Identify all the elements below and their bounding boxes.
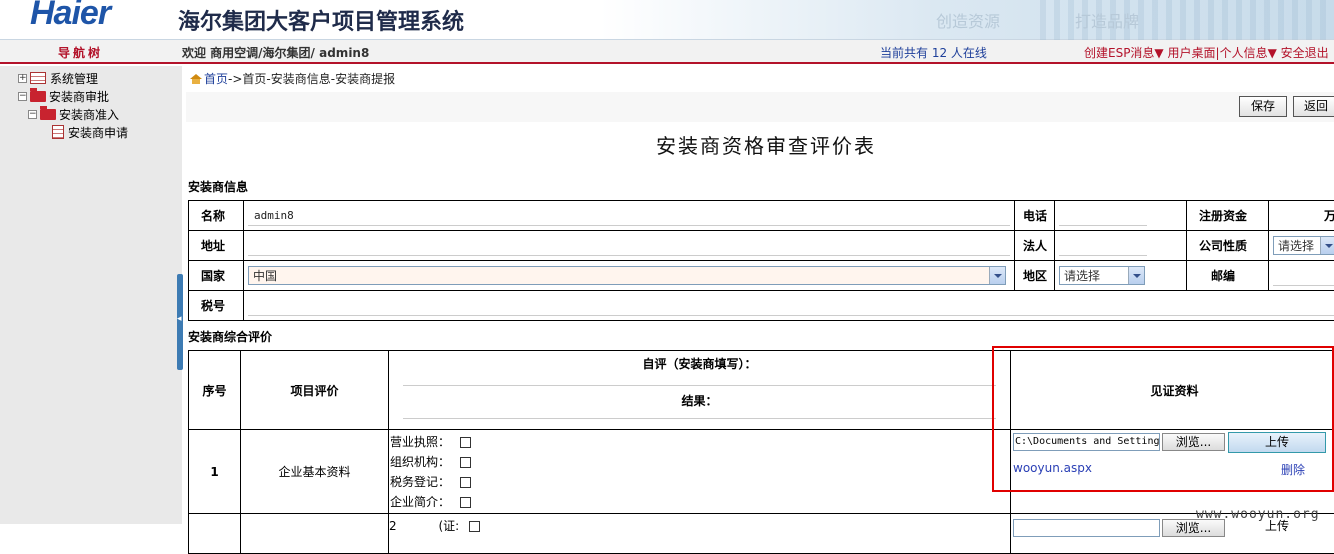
label-legal-person: 法人 [1015,231,1055,261]
label-address: 地址 [189,231,244,261]
header-slogan-1: 创造资源 [936,8,1000,32]
window-icon [30,72,46,84]
phone-input[interactable] [1059,206,1147,226]
welcome-text: 欢迎 商用空调/海尔集团/ admin8 [182,44,369,61]
breadcrumb-path: 首页-安装商信息-安装商提报 [242,70,395,87]
section-installer-info: 安装商信息 [188,178,248,195]
label-name: 名称 [189,201,244,231]
organization-code-checkbox[interactable] [460,457,471,468]
row-item-name: 企业基本资料 [241,430,389,514]
zip-input[interactable] [1273,266,1334,286]
online-count: 当前共有 12 人在线 [880,44,987,61]
address-input[interactable] [248,236,1010,256]
app-header: Haier 海尔集团大客户项目管理系统 创造资源 打造品牌 [0,0,1334,40]
tax-number-input[interactable] [248,296,1334,316]
dropdown-arrow-icon [989,267,1005,284]
dropdown-arrow-icon [1320,237,1334,254]
region-select[interactable]: 请选择 [1059,266,1145,285]
expand-plus-icon[interactable]: + [18,74,27,83]
haier-logo: Haier [30,0,110,33]
company-profile-checkbox[interactable] [460,497,471,508]
folder-open-icon [30,91,46,102]
nav-tree: + 系统管理 − 安装商审批 − 安装商准入 安装商申请 [0,66,182,524]
watermark: www.wooyun.org [1196,507,1320,522]
check-company-profile: 企业简介： [389,492,1010,512]
collapse-minus-icon[interactable]: − [28,110,37,119]
col-header-self-eval: 自评（安装商填写）： [389,355,1010,379]
logout-link[interactable]: 安全退出 [1281,46,1329,60]
document-icon [52,125,64,139]
col-header-item: 项目评价 [241,351,389,430]
save-button[interactable]: 保存 [1239,96,1287,117]
nav-tree-title: 导航树 [58,44,103,61]
home-icon [190,74,201,84]
tree-item-installer-approval[interactable]: − 安装商审批 [18,87,109,105]
label-country: 国家 [189,261,244,291]
label-zip: 邮编 [1187,261,1269,291]
label-region: 地区 [1015,261,1055,291]
table-row: 2 (证: 浏览... 上传 [189,514,1334,554]
collapse-minus-icon[interactable]: − [18,92,27,101]
col-header-result: 结果： [389,392,1010,410]
top-links: 创建ESP消息▼ 用户桌面|个人信息▼ 安全退出 [1084,44,1329,61]
check-business-license: 营业执照： [389,432,1010,452]
main-content: 首页 -> 首页-安装商信息-安装商提报 保存 返回 安装商资格审查评价表 安装… [186,66,1334,524]
tree-item-system-management[interactable]: + 系统管理 [18,69,98,87]
tree-item-installer-application[interactable]: 安装商申请 [52,123,128,141]
row-number: 1 [189,430,241,514]
collapse-arrow-icon: ◂ [177,314,182,324]
section-comprehensive-eval: 安装商综合评价 [188,328,272,345]
folder-open-icon [40,109,56,120]
installer-info-table: 名称 admin8 电话 注册资金 万元 地址 法人 公司性质 请选择 国家 中… [188,200,1334,321]
country-select[interactable]: 中国 [248,266,1006,285]
user-desktop-link[interactable]: 用户桌面 [1168,46,1216,60]
tree-item-installer-admission[interactable]: − 安装商准入 [28,105,119,123]
name-input[interactable]: admin8 [248,206,1010,226]
sidebar-collapse-handle[interactable]: ◂ [177,274,183,370]
profile-link[interactable]: 个人信息▼ [1220,46,1277,60]
breadcrumb-home-link[interactable]: 首页 [204,70,228,87]
label-company-type: 公司性质 [1187,231,1269,261]
toolbar: 保存 返回 [186,92,1334,122]
col-header-no: 序号 [189,351,241,430]
create-esp-message-link[interactable]: 创建ESP消息▼ [1084,46,1164,60]
breadcrumb: 首页 -> 首页-安装商信息-安装商提报 [190,70,395,87]
tax-registration-checkbox[interactable] [460,477,471,488]
file-path-input-2[interactable] [1013,519,1160,537]
business-license-checkbox[interactable] [460,437,471,448]
back-button[interactable]: 返回 [1293,96,1334,117]
check-organization-code: 组织机构： [389,452,1010,472]
info-bar: 导航树 欢迎 商用空调/海尔集团/ admin8 当前共有 12 人在线 创建E… [0,40,1334,64]
header-slogan-2: 打造品牌 [1075,8,1139,32]
legal-person-input[interactable] [1059,236,1147,256]
system-title: 海尔集团大客户项目管理系统 [178,4,464,36]
check-tax-registration: 税务登记： [389,472,1010,492]
label-registered-capital: 注册资金 [1187,201,1269,231]
row2-checkbox[interactable] [469,521,480,532]
label-tax-number: 税号 [189,291,244,321]
highlight-box [992,346,1334,492]
dropdown-arrow-icon [1128,267,1144,284]
label-phone: 电话 [1015,201,1055,231]
capital-unit: 万元 [1269,201,1334,231]
company-type-select[interactable]: 请选择 [1273,236,1334,255]
form-title: 安装商资格审查评价表 [186,130,1334,159]
